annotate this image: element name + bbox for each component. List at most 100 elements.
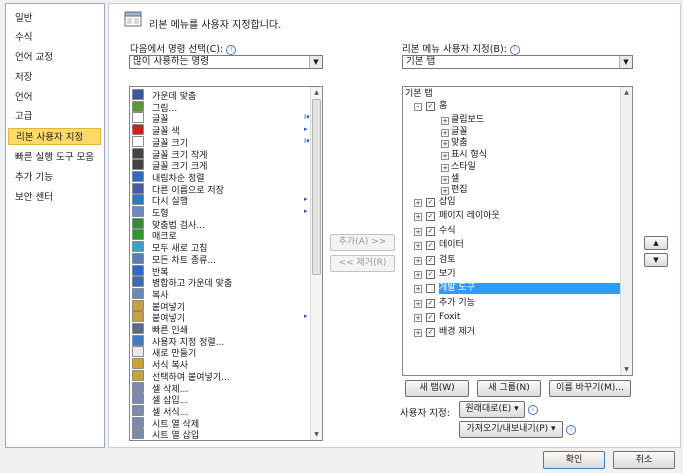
tree-node[interactable]: + ✓ Foxit xyxy=(403,312,620,323)
tab-checkbox[interactable] xyxy=(426,284,435,294)
tree-node[interactable]: + 표시 형식 xyxy=(403,150,620,161)
tree-node[interactable]: + ✓ 삽입 xyxy=(403,197,620,208)
tree-node[interactable]: + ✓ 수식 xyxy=(403,226,620,237)
expand-icon[interactable]: + xyxy=(414,285,422,294)
tab-checkbox[interactable]: ✓ xyxy=(426,298,435,308)
tree-scrollbar[interactable]: ▲ ▼ xyxy=(620,87,632,375)
tab-checkbox[interactable]: ✓ xyxy=(426,226,435,236)
command-item[interactable]: 반복 xyxy=(132,264,169,278)
expand-icon[interactable]: + xyxy=(414,314,422,323)
tab-checkbox[interactable]: ✓ xyxy=(426,212,435,222)
cancel-button[interactable]: 취소 xyxy=(613,451,675,469)
nav-item[interactable]: 빠른 실행 도구 모음 xyxy=(8,149,101,166)
tab-checkbox[interactable]: ✓ xyxy=(426,241,435,251)
command-item[interactable]: 맞춤법 검사... xyxy=(132,217,205,231)
tab-checkbox[interactable]: ✓ xyxy=(426,102,435,111)
command-item[interactable]: 셀 삽입... xyxy=(132,393,188,406)
tree-node[interactable]: + 셀 xyxy=(403,174,620,185)
new-group-button[interactable]: 새 그룹(N) xyxy=(477,380,541,397)
tab-checkbox[interactable]: ✓ xyxy=(426,313,435,323)
command-item[interactable]: 모두 새로 고침 xyxy=(132,241,207,254)
expand-icon[interactable]: + xyxy=(441,175,449,184)
expand-icon[interactable]: + xyxy=(414,271,422,279)
command-item[interactable]: 다른 이름으로 저장 xyxy=(132,182,224,196)
command-item[interactable]: 셀 삭제... xyxy=(132,381,188,395)
command-item[interactable]: 다시 실행 ▸ xyxy=(132,194,308,207)
tree-node[interactable]: + 맞춤 xyxy=(403,138,620,149)
reset-button[interactable]: 원래대로(E) ▾ xyxy=(459,401,525,418)
command-item[interactable]: 글꼴 크기 작게 xyxy=(132,147,207,161)
command-item[interactable]: 새로 만들기 xyxy=(132,346,196,359)
move-down-button[interactable]: ▼ xyxy=(644,253,668,267)
remove-button[interactable]: << 제거(R) xyxy=(330,255,395,272)
tab-checkbox[interactable]: ✓ xyxy=(426,270,435,279)
tab-checkbox[interactable]: ✓ xyxy=(426,198,435,207)
expand-icon[interactable]: + xyxy=(441,128,449,137)
command-item[interactable]: 내림차순 정렬 xyxy=(132,170,205,184)
command-item[interactable]: 시트 열 삭제 xyxy=(132,416,199,430)
tree-node[interactable]: + ✓ 페이지 레이아웃 xyxy=(403,211,620,222)
nav-item[interactable]: 일반 xyxy=(8,10,101,27)
scroll-down-icon[interactable]: ▼ xyxy=(311,429,322,440)
tree-node[interactable]: + 스타일 xyxy=(403,162,620,173)
command-item[interactable]: 붙여넣기 ▸ xyxy=(132,311,308,324)
command-item[interactable]: 그림... xyxy=(132,100,177,114)
command-item[interactable]: 글꼴 I▾ xyxy=(132,112,310,125)
expand-icon[interactable]: + xyxy=(414,227,422,236)
nav-item[interactable]: 저장 xyxy=(8,69,101,86)
scroll-up-icon[interactable]: ▲ xyxy=(621,87,632,98)
command-item[interactable]: 모든 차트 종류... xyxy=(132,252,216,266)
command-item[interactable]: 사용자 지정 정렬... xyxy=(132,334,224,348)
move-up-button[interactable]: ▲ xyxy=(644,236,668,250)
expand-icon[interactable]: + xyxy=(441,152,449,161)
tree-node[interactable]: + 편집 xyxy=(403,185,620,196)
command-item[interactable]: 도형 ▸ xyxy=(132,206,308,219)
expand-icon[interactable]: + xyxy=(414,199,422,207)
choose-commands-combo[interactable]: 많이 사용하는 명령 ▼ xyxy=(129,55,323,69)
command-item[interactable]: 병합하고 가운데 맞춤 xyxy=(132,276,232,289)
nav-item[interactable]: 언어 xyxy=(8,89,101,106)
expand-icon[interactable]: + xyxy=(441,117,449,125)
expand-icon[interactable]: + xyxy=(441,163,449,172)
scroll-down-icon[interactable]: ▼ xyxy=(621,364,632,375)
scroll-thumb[interactable] xyxy=(312,99,321,275)
command-item[interactable]: 글꼴 크기 I▾ xyxy=(132,135,310,149)
command-item[interactable]: 선택하여 붙여넣기... xyxy=(132,369,230,383)
expand-icon[interactable]: + xyxy=(441,187,449,196)
tree-node[interactable]: + ✓ 검토 xyxy=(403,255,620,266)
nav-item[interactable]: 언어 교정 xyxy=(8,49,101,66)
nav-item[interactable]: 리본 사용자 지정 xyxy=(8,128,101,145)
import-export-button[interactable]: 가져오기/내보내기(P) ▾ xyxy=(459,421,563,438)
command-item[interactable]: 가운데 맞춤 xyxy=(132,89,196,102)
nav-item[interactable]: 수식 xyxy=(8,29,101,46)
tree-node[interactable]: + 클립보드 xyxy=(403,115,620,126)
ok-button[interactable]: 확인 xyxy=(543,451,605,469)
customize-ribbon-combo[interactable]: 기본 탭 ▼ xyxy=(402,55,633,69)
commands-scrollbar[interactable]: ▲ ▼ xyxy=(310,87,322,440)
expand-icon[interactable]: + xyxy=(414,242,422,251)
tree-node[interactable]: + ✓ 데이터 xyxy=(403,240,620,251)
command-item[interactable]: 셀 서식... xyxy=(132,404,188,418)
ribbon-tabs-tree[interactable]: 기본 탭 - ✓ 홈 + 클립보드 + 글꼴 + 맞춤 + 표시 형식 + 스타일 + 셀 + 편집 + ✓ 삽입 + ✓… xyxy=(402,86,633,376)
nav-item[interactable]: 추가 기능 xyxy=(8,169,101,186)
command-item[interactable]: 붙여넣기 xyxy=(132,299,185,313)
scroll-up-icon[interactable]: ▲ xyxy=(311,87,322,98)
command-item[interactable]: 글꼴 색 ▸ xyxy=(132,124,308,137)
expand-icon[interactable]: + xyxy=(441,140,449,149)
chevron-down-icon[interactable]: ▼ xyxy=(309,56,322,68)
collapse-icon[interactable]: - xyxy=(414,103,422,111)
tree-node[interactable]: + ✓ 보기 xyxy=(403,269,620,280)
expand-icon[interactable]: + xyxy=(414,299,422,308)
tab-checkbox[interactable]: ✓ xyxy=(426,327,435,337)
tree-node[interactable]: - ✓ 홈 xyxy=(403,101,620,112)
command-item[interactable]: 글꼴 크기 크게 xyxy=(132,159,207,172)
tree-node[interactable]: + ✓ 추가 기능 xyxy=(403,298,620,309)
tab-checkbox[interactable]: ✓ xyxy=(426,255,435,265)
expand-icon[interactable]: + xyxy=(414,328,422,337)
commands-list[interactable]: 가운데 맞춤 그림... 글꼴 I▾ 글꼴 색 ▸ 글꼴 크기 I▾ 글꼴 크기 작게 글꼴 크기… xyxy=(129,86,323,441)
tree-node[interactable]: + 개발 도구 xyxy=(403,283,620,295)
command-item[interactable]: 빠른 인쇄 xyxy=(132,323,188,336)
add-button[interactable]: 추가(A) >> xyxy=(330,234,395,251)
expand-icon[interactable]: + xyxy=(414,213,422,222)
command-item[interactable]: 매크로 xyxy=(132,229,177,242)
